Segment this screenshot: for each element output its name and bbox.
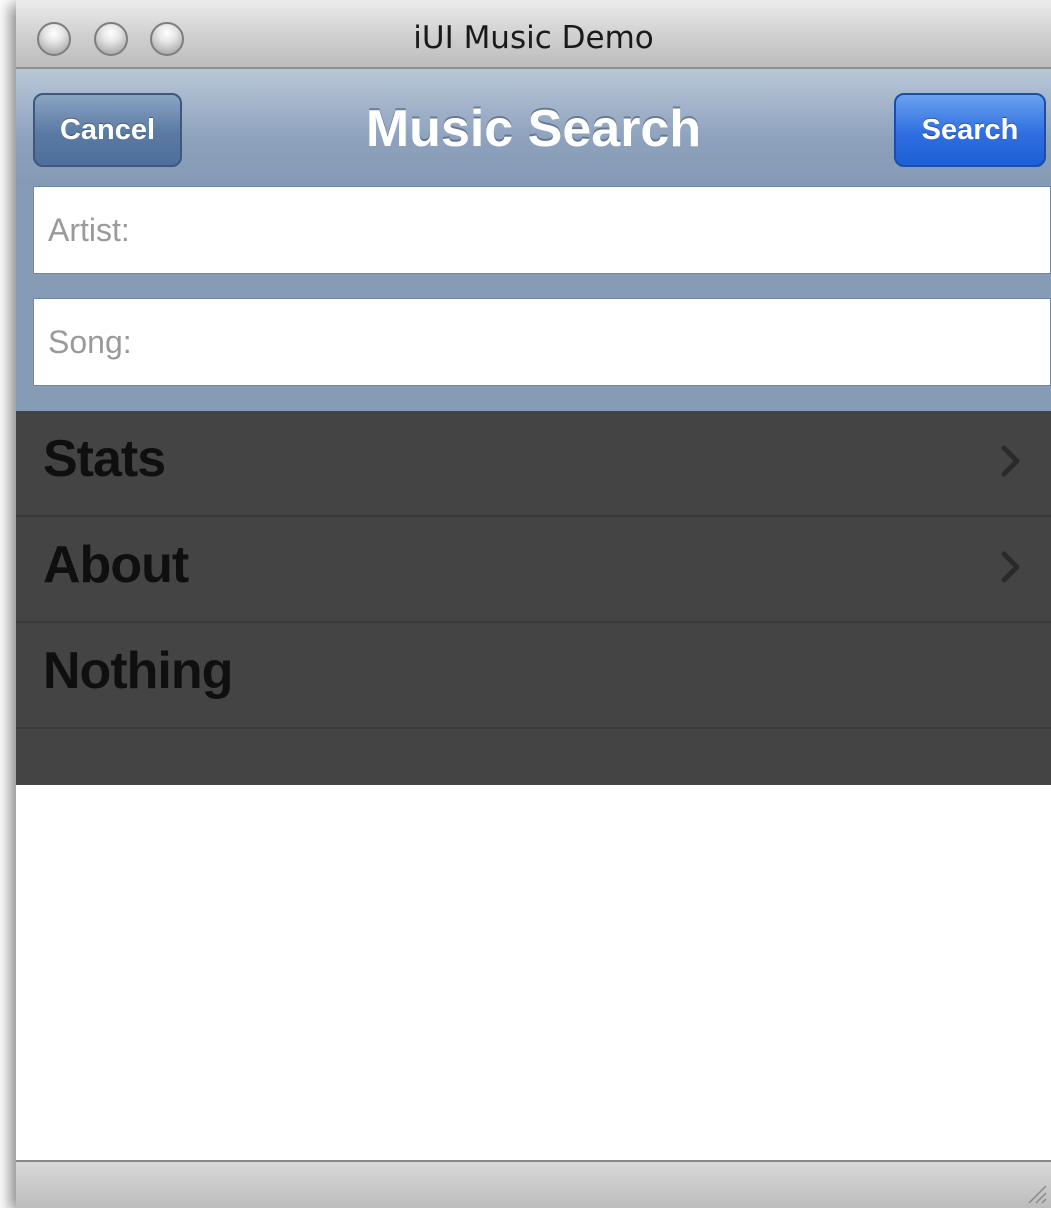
menu-list: Stats About Nothing xyxy=(16,411,1051,785)
list-item-nothing[interactable]: Nothing xyxy=(16,623,1051,729)
list-item-about[interactable]: About xyxy=(16,517,1051,623)
toolbar: Cancel Music Search Search xyxy=(16,69,1051,185)
song-field-container xyxy=(33,298,1051,386)
chevron-right-icon xyxy=(1001,551,1020,583)
resize-grip-icon[interactable] xyxy=(1025,1182,1047,1204)
list-item-label: About xyxy=(43,536,189,594)
browser-window: iUI Music Demo Cancel Music Search Searc… xyxy=(16,0,1051,1208)
window-title: iUI Music Demo xyxy=(413,20,654,56)
search-form xyxy=(16,185,1051,411)
artist-field-container xyxy=(33,186,1051,274)
list-item-label: Nothing xyxy=(43,642,233,700)
chevron-right-icon xyxy=(1001,445,1020,477)
window-statusbar xyxy=(16,1160,1051,1208)
list-item-stats[interactable]: Stats xyxy=(16,411,1051,517)
song-input[interactable] xyxy=(34,299,1050,385)
list-item-label: Stats xyxy=(43,430,166,488)
window-titlebar[interactable]: iUI Music Demo xyxy=(16,0,1051,69)
artist-input[interactable] xyxy=(34,187,1050,273)
search-button[interactable]: Search xyxy=(894,93,1046,167)
